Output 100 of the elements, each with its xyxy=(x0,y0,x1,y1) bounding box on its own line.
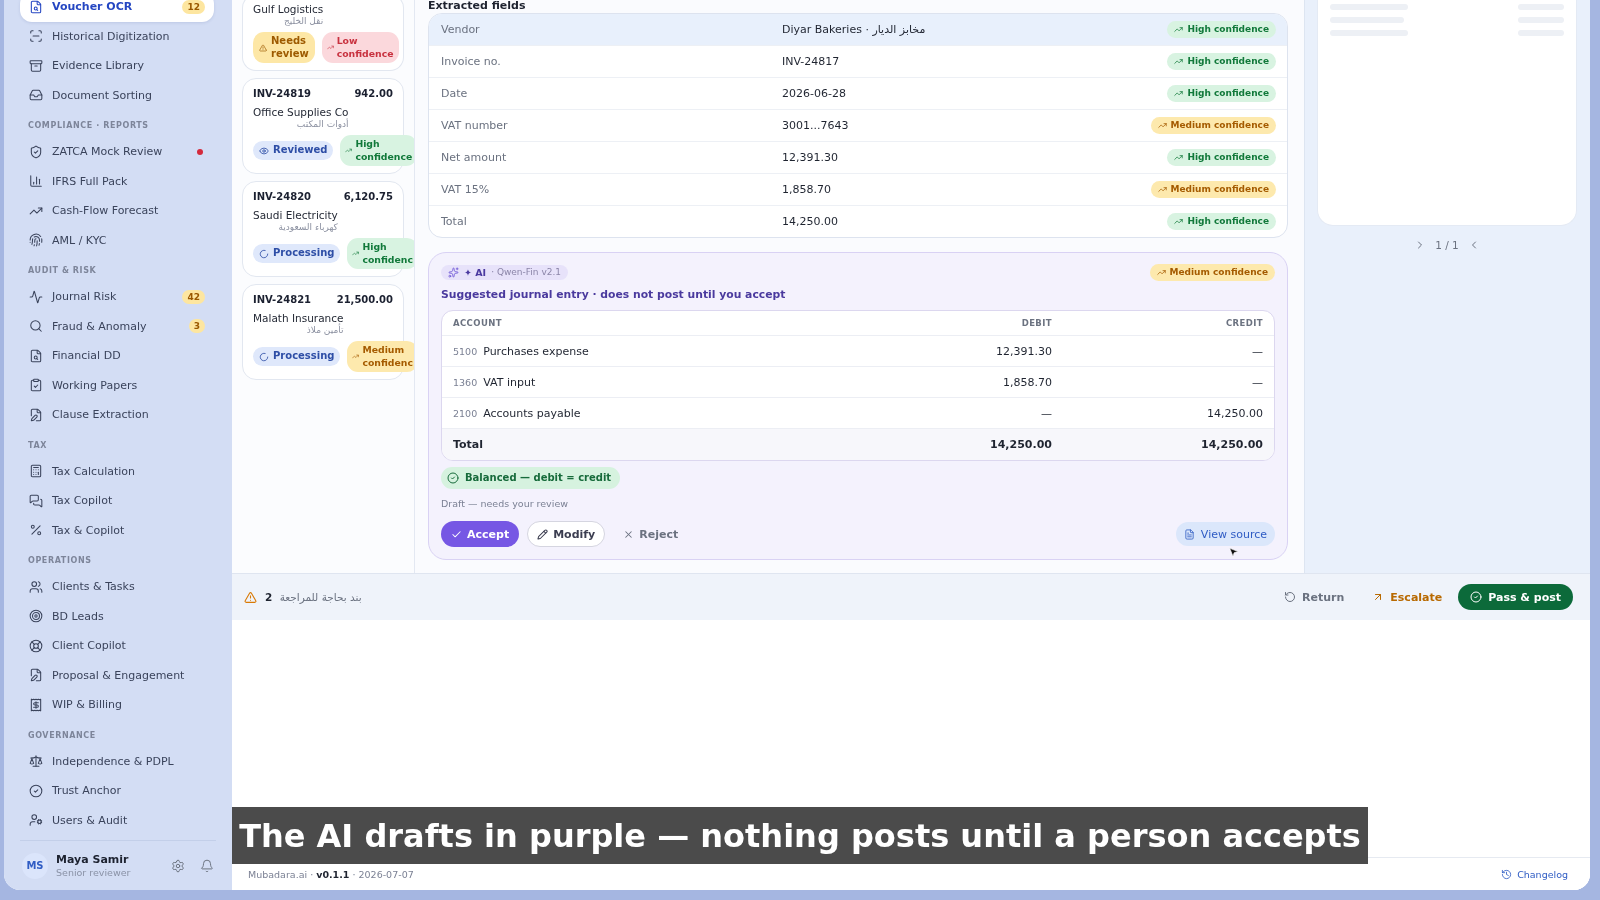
file-search-icon xyxy=(29,348,43,363)
trending-up-icon xyxy=(1174,25,1184,34)
nav-item[interactable]: AML / KYC xyxy=(20,225,214,255)
cursor-icon xyxy=(1228,545,1239,559)
nav-item[interactable]: Users & Audit xyxy=(20,805,214,835)
accept-button[interactable]: Accept xyxy=(441,521,520,547)
nav-item[interactable]: Clients & Tasks xyxy=(20,572,214,602)
confidence-label: High confidence xyxy=(1187,215,1269,228)
lifebuoy-icon xyxy=(29,638,43,653)
nav-item[interactable]: Evidence Library xyxy=(20,51,214,81)
field-label: Net amount xyxy=(441,151,508,164)
search-icon xyxy=(29,319,43,334)
chat-bubbles-icon xyxy=(29,493,43,508)
trending-up-icon xyxy=(1157,121,1167,130)
field-row[interactable]: VAT 15% 1,858.70 Medium confidence xyxy=(429,174,1287,206)
column-header: DEBIT xyxy=(1020,318,1052,328)
return-button[interactable]: Return xyxy=(1272,584,1357,610)
changelog-link[interactable]: Changelog xyxy=(1501,868,1568,880)
account-code: 5100 xyxy=(453,345,478,357)
field-row[interactable]: Invoice no. INV-24817 High confidence xyxy=(429,46,1287,78)
trending-up-icon xyxy=(352,353,360,360)
spinner-icon xyxy=(259,351,269,362)
settings-icon[interactable] xyxy=(171,858,185,873)
nav-item[interactable]: Voucher OCR 12 xyxy=(20,0,214,22)
field-row[interactable]: VAT number 3001...7643 Medium confidence xyxy=(429,110,1287,142)
field-row[interactable]: Net amount 12,391.30 High confidence xyxy=(429,142,1287,174)
file-search-icon xyxy=(29,0,43,14)
bell-icon[interactable] xyxy=(200,858,214,873)
field-label: Vendor xyxy=(441,23,481,36)
field-value: 1,858.70 xyxy=(782,183,832,196)
nav-item[interactable]: Independence & PDPL xyxy=(20,746,214,776)
nav-item[interactable]: Clause Extraction xyxy=(20,400,214,430)
invoice-number: INV-24819 xyxy=(253,87,312,101)
inbox-icon xyxy=(29,88,43,103)
draft-note: Draft — needs your review xyxy=(441,498,569,510)
account-code: 2100 xyxy=(453,407,478,419)
nav-item[interactable]: Document Sorting xyxy=(20,80,214,110)
confidence-label: Medium confidence xyxy=(1170,119,1269,132)
nav-item[interactable]: IFRS Full Pack xyxy=(20,166,214,196)
column-header: CREDIT xyxy=(1225,318,1263,328)
nav-item[interactable]: Tax & Copilot xyxy=(20,515,214,545)
post-button[interactable]: Pass & post xyxy=(1458,584,1573,610)
calculator-icon xyxy=(29,464,43,479)
field-value: 2026-06-28 xyxy=(782,87,847,100)
nav-item[interactable]: Working Papers xyxy=(20,370,214,400)
nav-section-heading: GOVERNANCE xyxy=(27,729,97,742)
user-name: Maya Samir xyxy=(56,852,130,866)
video-caption: The AI drafts in purple — nothing posts until a person accepts xyxy=(232,807,1368,864)
modify-button[interactable]: Modify xyxy=(527,521,606,547)
nav-item[interactable]: Tax Copilot xyxy=(20,486,214,516)
archive-icon xyxy=(29,58,43,73)
nav-item[interactable]: Trust Anchor xyxy=(20,776,214,806)
user-role: Senior reviewer xyxy=(56,866,131,879)
nav-item[interactable]: Cash-Flow Forecast xyxy=(20,196,214,226)
nav-item[interactable]: ZATCA Mock Review xyxy=(20,137,214,167)
nav-item[interactable]: Client Copilot xyxy=(20,631,214,661)
balance-text: Balanced — debit = credit xyxy=(465,471,612,485)
debit-total: 14,250.00 xyxy=(989,438,1052,451)
nav-item[interactable]: Financial DD xyxy=(20,341,214,371)
invoice-number: INV-24821 xyxy=(253,293,312,307)
section-title: Extracted fields xyxy=(428,0,527,12)
credit-total: 14,250.00 xyxy=(1200,438,1263,451)
nav-item[interactable]: Journal Risk 42 xyxy=(20,282,214,312)
field-value: Diyar Bakeries · مخابز الديار xyxy=(782,23,927,36)
nav-item[interactable]: Proposal & Engagement xyxy=(20,660,214,690)
debit-cell-text: — xyxy=(1040,406,1052,420)
nav-section-heading: OPERATIONS xyxy=(27,555,93,567)
nav-item[interactable]: WIP & Billing xyxy=(20,690,214,720)
invoice-amount: 942.00 xyxy=(354,87,393,101)
trending-up-icon xyxy=(1174,217,1184,226)
field-row[interactable]: Total 14,250.00 High confidence xyxy=(429,206,1287,237)
confidence-label: High confidence xyxy=(1187,55,1269,68)
confidence-label: Medium confidence xyxy=(1169,265,1268,279)
nav-section-heading: COMPLIANCE · REPORTS xyxy=(27,120,150,132)
trending-up-icon xyxy=(1174,153,1184,162)
field-row[interactable]: Date 2026-06-28 High confidence xyxy=(429,78,1287,110)
confidence-label: High confidenc xyxy=(362,241,413,266)
count-badge: 42 xyxy=(182,289,205,304)
percent-icon xyxy=(29,523,43,538)
vendor-name-arabic: كهرباء السعودية xyxy=(278,222,338,233)
clipboard-check-icon xyxy=(29,378,43,393)
vendor-name-arabic: تأمين ملاذ xyxy=(306,325,344,336)
warning-icon xyxy=(244,590,257,604)
users-icon xyxy=(29,579,43,594)
account-code: 1360 xyxy=(453,376,478,388)
reject-button[interactable]: Reject xyxy=(613,521,689,547)
nav-item[interactable]: Tax Calculation xyxy=(20,456,214,486)
nav-item[interactable]: Historical Digitization xyxy=(20,21,214,51)
vendor-name-arabic: نقل الخليج xyxy=(283,16,324,27)
nav-item[interactable]: Fraud & Anomaly 3 xyxy=(20,311,214,341)
field-value: 14,250.00 xyxy=(782,215,839,228)
model-name: · Qwen-Fin v2.1 xyxy=(491,267,562,277)
confidence-label: Low confidence xyxy=(336,35,394,60)
check-circle-icon xyxy=(29,783,43,798)
confidence-label: Medium confidenc xyxy=(362,344,413,369)
escalate-button[interactable]: Escalate xyxy=(1360,584,1455,610)
nav-item[interactable]: BD Leads xyxy=(20,601,214,631)
view-source-button[interactable]: View source xyxy=(1175,522,1275,546)
trending-up-icon xyxy=(1157,185,1167,194)
confidence-label: High confidence xyxy=(1187,23,1269,36)
